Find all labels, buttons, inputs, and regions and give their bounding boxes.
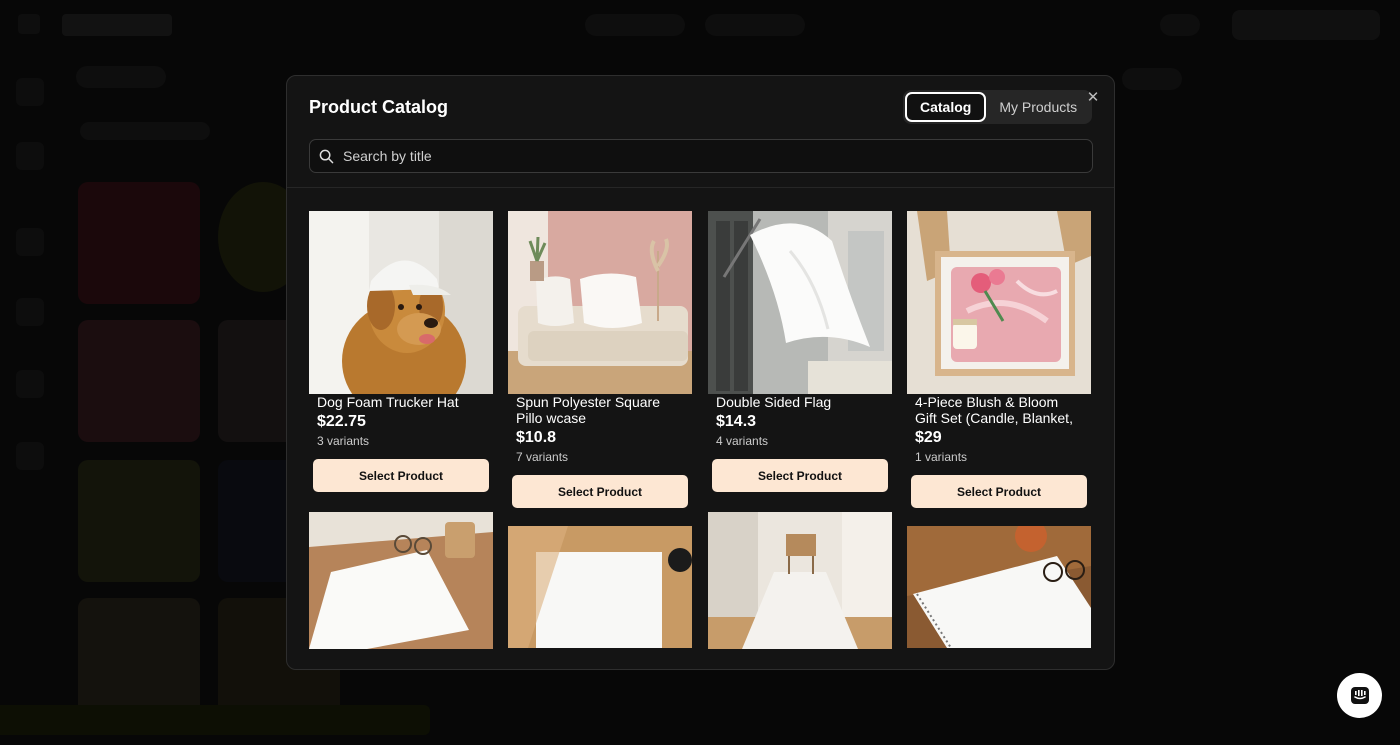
product-price: $22.75 bbox=[317, 413, 366, 430]
product-image bbox=[309, 211, 493, 394]
product-image bbox=[508, 211, 692, 394]
search-icon bbox=[319, 149, 334, 164]
product-image bbox=[907, 211, 1091, 394]
product-image bbox=[708, 512, 892, 649]
modal-title: Product Catalog bbox=[309, 97, 449, 117]
product-card[interactable]: Dog Foam Trucker Hat $22.75 3 variants S… bbox=[309, 211, 493, 492]
select-product-button[interactable]: Select Product bbox=[512, 475, 688, 508]
product-card[interactable] bbox=[708, 512, 892, 649]
product-name: 4-Piece Blush & Bloom Gift Set (Candle, … bbox=[915, 394, 1073, 426]
search-input[interactable] bbox=[343, 140, 1083, 172]
catalog-tabs: Catalog My Products bbox=[903, 90, 1093, 124]
close-icon[interactable]: ✕ bbox=[1085, 90, 1101, 106]
chat-launcher-button[interactable] bbox=[1337, 673, 1382, 718]
product-variants: 1 variants bbox=[915, 450, 968, 464]
product-variants: 4 variants bbox=[716, 434, 769, 448]
product-variants: 3 variants bbox=[317, 434, 370, 448]
product-catalog-modal: Product Catalog Catalog My Products ✕ Se… bbox=[286, 75, 1115, 670]
search-field bbox=[309, 139, 1093, 173]
product-card[interactable] bbox=[309, 512, 493, 649]
product-variants: 7 variants bbox=[516, 450, 569, 464]
product-image bbox=[309, 512, 493, 649]
chat-icon bbox=[1350, 686, 1369, 704]
product-price: $10.8 bbox=[516, 429, 557, 446]
product-card[interactable] bbox=[508, 526, 692, 648]
product-card[interactable]: 4-Piece Blush & Bloom Gift Set (Candle, … bbox=[907, 211, 1091, 508]
divider bbox=[287, 187, 1114, 188]
tab-catalog[interactable]: Catalog bbox=[905, 92, 987, 122]
select-product-button[interactable]: Select Product bbox=[313, 459, 489, 492]
product-name: Spun Polyester Square Pillo wcase bbox=[516, 394, 660, 426]
select-product-button[interactable]: Select Product bbox=[911, 475, 1087, 508]
product-price: $29 bbox=[915, 429, 942, 446]
product-image bbox=[907, 526, 1091, 648]
product-name: Dog Foam Trucker Hat bbox=[317, 394, 459, 410]
product-price: $14.3 bbox=[716, 413, 757, 430]
product-image bbox=[508, 526, 692, 648]
product-name: Double Sided Flag bbox=[716, 394, 832, 410]
tab-my-products[interactable]: My Products bbox=[986, 92, 1090, 122]
product-card[interactable] bbox=[907, 526, 1091, 648]
select-product-button[interactable]: Select Product bbox=[712, 459, 888, 492]
product-card[interactable]: Spun Polyester Square Pillo wcase $10.8 … bbox=[508, 211, 692, 508]
product-grid: Dog Foam Trucker Hat $22.75 3 variants S… bbox=[309, 210, 1093, 669]
product-image bbox=[708, 211, 892, 394]
product-card[interactable]: Double Sided Flag $14.3 4 variants Selec… bbox=[708, 211, 892, 492]
